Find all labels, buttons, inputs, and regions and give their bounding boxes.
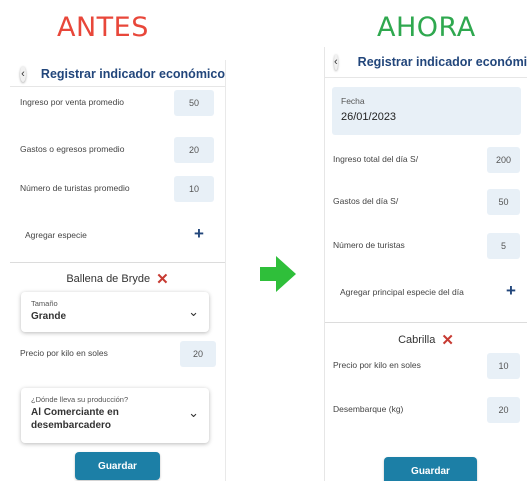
after-app-bar: ‹ Registrar indicador económico xyxy=(325,47,527,77)
add-species-label: Agregar especie xyxy=(25,230,87,240)
date-value: 26/01/2023 xyxy=(341,111,397,123)
destination-select[interactable]: ¿Dónde lleva su producción? Al Comercian… xyxy=(21,388,209,443)
income-label: Ingreso total del día S/ xyxy=(333,154,419,164)
chevron-left-icon: ‹ xyxy=(334,56,338,68)
date-caption: Fecha xyxy=(341,96,365,106)
price-label: Precio por kilo en soles xyxy=(333,360,421,370)
destination-caption: ¿Dónde lleva su producción? xyxy=(31,395,129,404)
expenses-label: Gastos o egresos promedio xyxy=(20,144,125,154)
app-bar-divider xyxy=(10,86,225,87)
size-select[interactable]: Tamaño Grande ⌄ xyxy=(21,292,209,332)
page-title: Registrar indicador económico xyxy=(40,67,225,81)
save-button[interactable]: Guardar xyxy=(75,452,160,480)
price-row: Precio por kilo en soles 10 xyxy=(325,353,527,379)
expenses-row: Gastos del día S/ 50 xyxy=(325,189,527,215)
save-button[interactable]: Guardar xyxy=(384,457,477,481)
page-title: Registrar indicador económico xyxy=(357,55,527,69)
add-species-label: Agregar principal especie del día xyxy=(340,287,464,297)
after-screen: ‹ Registrar indicador económico Fecha 26… xyxy=(324,47,527,481)
add-species-row[interactable]: Agregar especie + xyxy=(10,224,225,246)
arrow-right-icon xyxy=(260,256,296,292)
plus-icon[interactable]: + xyxy=(194,224,204,244)
expenses-input[interactable]: 20 xyxy=(174,137,214,163)
close-icon[interactable]: ✕ xyxy=(441,332,454,349)
add-species-row[interactable]: Agregar principal especie del día + xyxy=(325,281,527,303)
landing-input[interactable]: 20 xyxy=(487,397,520,423)
size-value: Grande xyxy=(31,311,67,322)
destination-value-line1: Al Comerciante en xyxy=(31,407,119,418)
chevron-down-icon: ⌄ xyxy=(188,405,199,420)
species-name: Cabrilla xyxy=(398,334,436,346)
species-header: Ballena de Bryde ✕ xyxy=(10,270,225,290)
tourists-input[interactable]: 5 xyxy=(487,233,520,259)
close-icon[interactable]: ✕ xyxy=(156,271,169,288)
tourists-row: Número de turistas promedio 10 xyxy=(10,176,225,202)
expenses-input[interactable]: 50 xyxy=(487,189,520,215)
chevron-left-icon: ‹ xyxy=(21,68,25,80)
price-label: Precio por kilo en soles xyxy=(20,348,108,358)
price-input[interactable]: 20 xyxy=(180,341,216,367)
before-heading: ANTES xyxy=(57,12,149,43)
size-caption: Tamaño xyxy=(31,299,58,308)
species-name: Ballena de Bryde xyxy=(66,273,151,285)
price-row: Precio por kilo en soles 20 xyxy=(10,341,225,367)
back-button[interactable]: ‹ xyxy=(334,54,338,70)
section-divider xyxy=(10,262,225,263)
tourists-input[interactable]: 10 xyxy=(174,176,214,202)
expenses-label: Gastos del día S/ xyxy=(333,196,399,206)
plus-icon[interactable]: + xyxy=(506,281,516,301)
income-input[interactable]: 50 xyxy=(174,90,214,116)
tourists-label: Número de turistas xyxy=(333,240,405,250)
tourists-row: Número de turistas 5 xyxy=(325,233,527,259)
landing-label: Desembarque (kg) xyxy=(333,404,404,414)
app-bar-divider xyxy=(325,77,527,78)
income-input[interactable]: 200 xyxy=(487,147,520,173)
income-label: Ingreso por venta promedio xyxy=(20,97,124,107)
income-row: Ingreso por venta promedio 50 xyxy=(10,90,225,116)
income-row: Ingreso total del día S/ 200 xyxy=(325,147,527,173)
section-divider xyxy=(325,322,527,323)
date-field[interactable]: Fecha 26/01/2023 xyxy=(332,87,521,135)
price-input[interactable]: 10 xyxy=(487,353,520,379)
back-button[interactable]: ‹ xyxy=(20,66,26,82)
before-app-bar: ‹ Registrar indicador económico xyxy=(10,60,225,88)
destination-value-line2: desembarcadero xyxy=(31,420,112,431)
expenses-row: Gastos o egresos promedio 20 xyxy=(10,137,225,163)
after-heading: AHORA xyxy=(377,12,476,43)
species-header: Cabrilla ✕ xyxy=(325,331,527,351)
tourists-label: Número de turistas promedio xyxy=(20,183,130,193)
landing-row: Desembarque (kg) 20 xyxy=(325,397,527,423)
before-screen: ‹ Registrar indicador económico Ingreso … xyxy=(10,60,226,481)
chevron-down-icon: ⌄ xyxy=(188,304,199,319)
